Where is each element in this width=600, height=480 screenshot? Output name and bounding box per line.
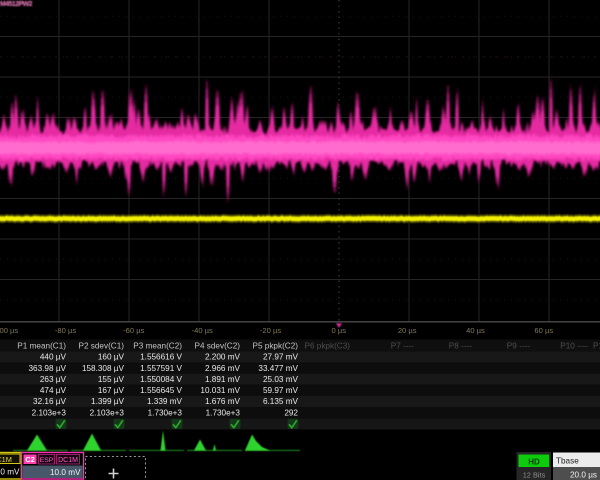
svg-text:P2 sdev(C1): P2 sdev(C1): [78, 342, 124, 351]
svg-text:0 mV: 0 mV: [0, 468, 20, 477]
svg-text:Tbase: Tbase: [556, 456, 579, 465]
svg-text:-20 µs: -20 µs: [260, 326, 281, 335]
svg-text:1.399 µV: 1.399 µV: [91, 397, 124, 406]
svg-text:P1 mean(C1): P1 mean(C1): [17, 342, 66, 351]
svg-text:474 µV: 474 µV: [40, 386, 67, 395]
svg-text:1.556645 V: 1.556645 V: [140, 386, 182, 395]
svg-text:M4512PW2: M4512PW2: [0, 1, 33, 8]
svg-text:1.730e+3: 1.730e+3: [206, 408, 241, 417]
svg-text:P1: P1: [593, 342, 600, 351]
svg-text:1.339 mV: 1.339 mV: [147, 397, 183, 406]
svg-text:P4 sdev(C2): P4 sdev(C2): [194, 342, 240, 351]
svg-text:00 µs: 00 µs: [0, 326, 18, 335]
svg-text:20.0 µs: 20.0 µs: [570, 470, 597, 479]
svg-text:C2: C2: [25, 455, 35, 464]
svg-text:-80 µs: -80 µs: [55, 326, 76, 335]
svg-text:363.98 µV: 363.98 µV: [29, 364, 67, 373]
svg-text:DC1M: DC1M: [58, 457, 78, 464]
svg-text:2.200 mV: 2.200 mV: [205, 353, 241, 362]
svg-text:59.97 mV: 59.97 mV: [263, 386, 299, 395]
svg-text:25.03 mV: 25.03 mV: [263, 375, 299, 384]
svg-text:ESP: ESP: [40, 457, 54, 464]
svg-text:6.135 mV: 6.135 mV: [263, 397, 299, 406]
svg-text:2.103e+3: 2.103e+3: [32, 408, 67, 417]
svg-text:1.557591 V: 1.557591 V: [140, 364, 182, 373]
svg-text:1.556616 V: 1.556616 V: [140, 353, 182, 362]
svg-text:HD: HD: [528, 457, 540, 466]
svg-text:1.730e+3: 1.730e+3: [148, 408, 183, 417]
svg-text:155 µV: 155 µV: [98, 375, 125, 384]
svg-text:32.16 µV: 32.16 µV: [33, 397, 66, 406]
svg-text:1.891 mV: 1.891 mV: [205, 375, 241, 384]
svg-text:2.966 mV: 2.966 mV: [205, 364, 241, 373]
svg-text:12 Bits: 12 Bits: [523, 470, 546, 479]
svg-text:20 µs: 20 µs: [398, 326, 417, 335]
svg-text:292: 292: [284, 408, 298, 417]
svg-text:P3 mean(C2): P3 mean(C2): [133, 342, 182, 351]
svg-text:P10 ----: P10 ----: [560, 342, 588, 351]
svg-text:440 µV: 440 µV: [40, 353, 67, 362]
svg-text:-60 µs: -60 µs: [123, 326, 144, 335]
svg-text:167 µV: 167 µV: [98, 386, 125, 395]
svg-text:2.103e+3: 2.103e+3: [90, 408, 125, 417]
svg-text:263 µV: 263 µV: [40, 375, 67, 384]
svg-text:1.550084 V: 1.550084 V: [140, 375, 182, 384]
svg-text:60 µs: 60 µs: [534, 326, 553, 335]
svg-text:DC1M: DC1M: [0, 455, 12, 464]
svg-text:33.477 mV: 33.477 mV: [258, 364, 298, 373]
svg-text:160 µV: 160 µV: [98, 353, 125, 362]
svg-text:P9 ----: P9 ----: [507, 342, 530, 351]
svg-text:1.676 mV: 1.676 mV: [205, 397, 241, 406]
svg-text:P6 pkpk(C3): P6 pkpk(C3): [304, 342, 350, 351]
svg-text:P7 ----: P7 ----: [391, 342, 414, 351]
svg-text:10.0 mV: 10.0 mV: [50, 468, 81, 477]
svg-text:P5 pkpk(C2): P5 pkpk(C2): [252, 342, 298, 351]
svg-text:10.031 mV: 10.031 mV: [200, 386, 240, 395]
svg-text:P8 ----: P8 ----: [449, 342, 472, 351]
svg-text:27.97 mV: 27.97 mV: [263, 353, 299, 362]
svg-text:40 µs: 40 µs: [466, 326, 485, 335]
svg-text:-40 µs: -40 µs: [192, 326, 213, 335]
svg-text:158.308 µV: 158.308 µV: [82, 364, 125, 373]
